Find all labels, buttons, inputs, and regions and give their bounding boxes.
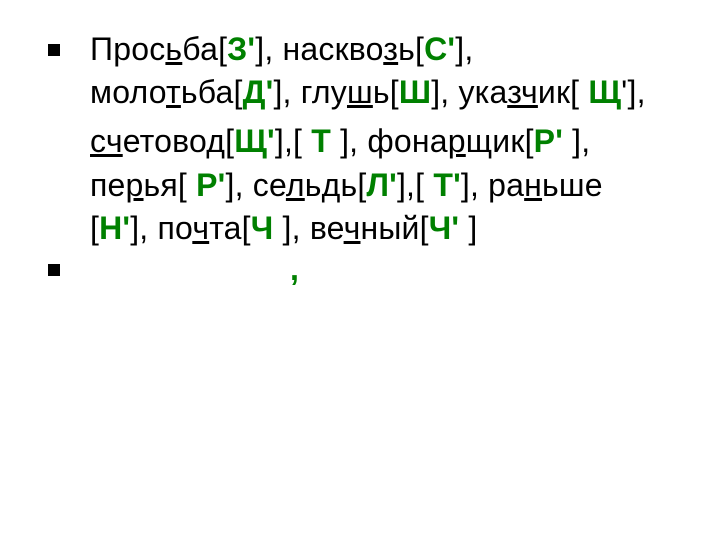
underline: д <box>322 167 341 203</box>
paragraph-1: Просьба[З'], насквозь[С'], молотьба[Д'],… <box>90 28 660 114</box>
text: ик[ <box>538 74 588 110</box>
phonetic-sound: З' <box>227 31 255 67</box>
text: та[ <box>209 210 251 246</box>
text: ь[ <box>398 31 424 67</box>
text: ья[ <box>144 167 197 203</box>
bullet-marker-2 <box>48 264 60 276</box>
text: етово <box>123 123 207 159</box>
underline: р <box>126 167 144 203</box>
text: [ <box>225 123 234 159</box>
underline: зч <box>507 74 538 110</box>
underline: ш <box>347 74 373 110</box>
phonetic-sound: Р' <box>534 123 563 159</box>
text: ], по <box>130 210 192 246</box>
phonetic-sound: Л' <box>366 167 396 203</box>
bullet-marker-1 <box>48 44 60 56</box>
text: ь[ <box>373 74 399 110</box>
phonetic-sound: Т <box>311 123 331 159</box>
underline: сч <box>90 123 123 159</box>
text: ьба[ <box>181 74 243 110</box>
text: ], ука <box>431 74 507 110</box>
paragraph-2: счетовод[Щ'],[ Т ], фонарщик[Р' ], перья… <box>90 120 660 250</box>
text: ], ра <box>461 167 524 203</box>
slide: Просьба[З'], насквозь[С'], молотьба[Д'],… <box>0 0 720 540</box>
underline: ь <box>165 31 182 67</box>
text: ], наскво <box>255 31 383 67</box>
phonetic-sound: Д' <box>243 74 274 110</box>
text: Прос <box>90 31 165 67</box>
phonetic-sound: Р' <box>196 167 225 203</box>
phonetic-sound: Ч <box>251 210 274 246</box>
underline: ч <box>344 210 361 246</box>
underline: л <box>286 167 305 203</box>
text: ], фона <box>331 123 448 159</box>
text: ь[ <box>341 167 367 203</box>
underline: н <box>524 167 542 203</box>
text: ба[ <box>182 31 227 67</box>
slide-content: Просьба[З'], насквозь[С'], молотьба[Д'],… <box>90 28 660 291</box>
underline: з <box>383 31 398 67</box>
phonetic-sound: Н' <box>99 210 130 246</box>
trailing-comma: , <box>290 248 660 291</box>
underline: р <box>448 123 466 159</box>
phonetic-sound: Ч' <box>429 210 460 246</box>
underline: ч <box>192 210 209 246</box>
text: ный[ <box>360 210 428 246</box>
phonetic-sound: С' <box>424 31 455 67</box>
underline: д <box>206 123 225 159</box>
text: '], <box>621 74 646 110</box>
text: ], глу <box>273 74 347 110</box>
underline: т <box>166 74 181 110</box>
text: ],[ <box>397 167 433 203</box>
text: ],[ <box>275 123 311 159</box>
phonetic-sound: Т' <box>433 167 461 203</box>
text: ] <box>459 210 477 246</box>
phonetic-sound: Ш <box>399 74 431 110</box>
text: ], ве <box>273 210 343 246</box>
text: ], се <box>225 167 285 203</box>
text: ь <box>305 167 322 203</box>
phonetic-sound: Щ <box>588 74 621 110</box>
phonetic-sound: Щ' <box>234 123 275 159</box>
text: щик[ <box>466 123 534 159</box>
